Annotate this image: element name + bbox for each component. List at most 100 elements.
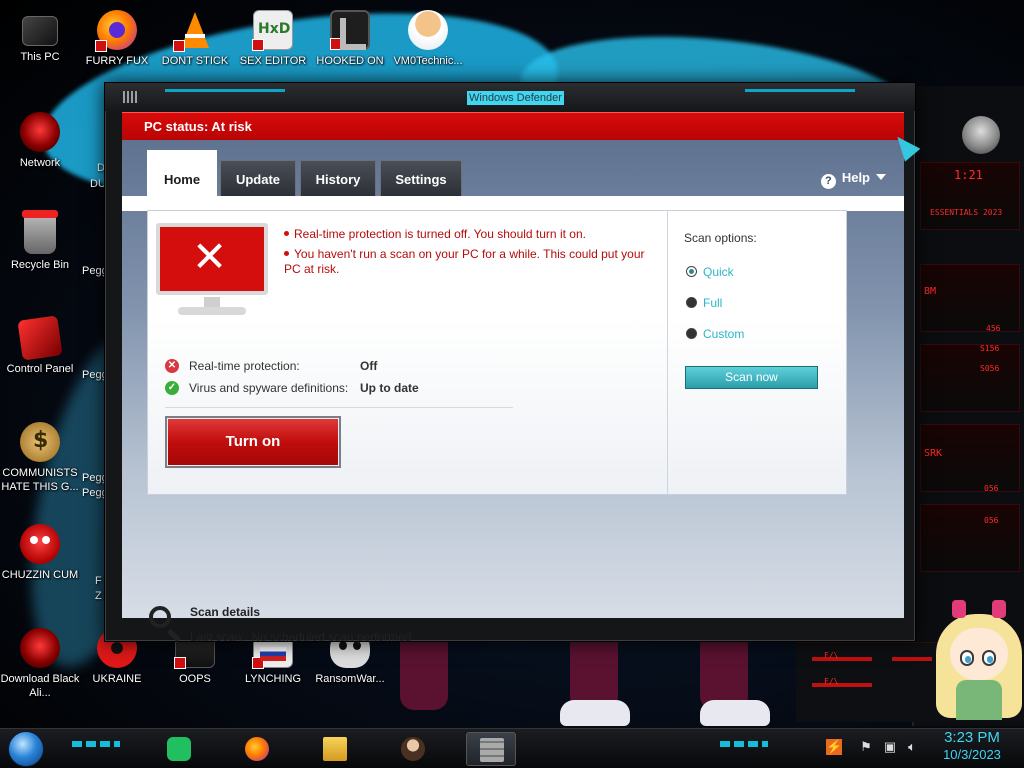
tab-history[interactable]: History [300, 160, 376, 196]
taskbar-app-button[interactable] [232, 732, 282, 766]
desktop-icon-control-panel[interactable]: Control Panel [0, 315, 80, 376]
desktop-icon-vm0technic[interactable]: VM0Technic... [388, 10, 468, 68]
tray-app-icon[interactable]: ⚡ [826, 739, 842, 755]
network-icon[interactable]: ▣ [882, 739, 898, 755]
desktop-icon-chuzzin[interactable]: CHUZZIN CUM [0, 524, 80, 582]
panel-readout: S056 [980, 364, 1000, 373]
divider [165, 407, 513, 408]
desktop-icon-label: COMMUNISTS HATE THIS G... [1, 467, 79, 493]
scan-option-label: Quick [703, 265, 734, 279]
pc-status-bar: PC status: At risk [122, 112, 904, 140]
control-panel-icon [17, 315, 63, 361]
scan-details-title[interactable]: Scan details [190, 605, 260, 619]
panel-readout: 056 [984, 484, 999, 493]
scan-now-button[interactable]: Scan now [685, 366, 818, 389]
xonix-icon [330, 10, 370, 50]
window-system-menu-icon[interactable] [123, 91, 139, 103]
last-scan-info: Last scan: No scheduled scan performed [190, 630, 411, 644]
firefox-icon [95, 10, 137, 52]
notes-app-icon [167, 737, 191, 761]
help-label: Help [841, 170, 870, 185]
radio-icon[interactable] [686, 297, 697, 308]
status-label: Virus and spyware definitions: [189, 381, 349, 395]
bullet-icon [284, 251, 289, 256]
radio-selected-icon[interactable] [686, 266, 697, 277]
window-title-bar[interactable]: Windows Defender [105, 83, 915, 111]
desktop-icon-label: Download Black Ali... [0, 673, 80, 699]
red-skull-icon [20, 112, 60, 152]
taskbar-decoration [720, 741, 768, 747]
desktop-icon-label: UKRAINE [92, 673, 142, 685]
scan-option-full[interactable]: Full [686, 296, 722, 310]
scan-option-label: Custom [703, 327, 745, 341]
last-scan-label: Last scan: [190, 630, 245, 644]
panel-readout: 456 [986, 324, 1001, 333]
tab-home[interactable]: Home [147, 150, 217, 196]
desktop-icon-furry-fux[interactable]: FURRY FUX [77, 10, 157, 68]
alert-scan-overdue: You haven't run a scan on your PC for a … [284, 247, 654, 277]
desktop-icon-label: FURRY FUX [85, 55, 149, 67]
last-scan-value: No scheduled scan performed [251, 630, 412, 644]
volume-icon[interactable]: 🔈︎ [904, 739, 920, 755]
error-status-icon: ✕ [165, 359, 179, 373]
scan-option-label: Full [703, 296, 723, 310]
panel-readout: F/\ [824, 677, 839, 686]
chevron-down-icon [876, 174, 886, 180]
magnifier-icon [147, 604, 183, 643]
desktop-icon-network[interactable]: Network [0, 112, 80, 170]
tab-settings[interactable]: Settings [380, 160, 462, 196]
panel-divider [667, 211, 668, 494]
scan-options-title: Scan options: [684, 231, 757, 245]
tab-update[interactable]: Update [220, 160, 296, 196]
scan-option-custom[interactable]: Custom [686, 327, 744, 341]
taskbar-clock[interactable]: 3:23 PM 10/3/2023 [932, 729, 1012, 763]
definitions-row: ✓ Virus and spyware definitions: Up to d… [165, 379, 505, 397]
desktop-icon-dont-stick[interactable]: DONT STICK THIS IN YO... [155, 10, 235, 68]
realtime-protection-row: ✕ Real-time protection: Off [165, 357, 505, 375]
desktop-icon-label: HOOKED ON XONIX [316, 55, 384, 67]
desktop-icon-label: OOPS [179, 673, 211, 685]
action-center-flag-icon[interactable]: ⚑ [858, 739, 874, 755]
ok-status-icon: ✓ [165, 381, 179, 395]
panel-readout: BM [924, 286, 937, 297]
taskbar-app-button[interactable] [310, 732, 360, 766]
clock-date: 10/3/2023 [943, 747, 1001, 762]
desktop-icon-communists[interactable]: COMMUNISTS HATE THIS G... [0, 422, 80, 494]
defender-wall-icon [480, 738, 504, 762]
desktop-icon-label: LYNCHING [244, 673, 302, 685]
desktop-icon-hooked-on-xonix[interactable]: HOOKED ON XONIX [310, 10, 390, 68]
computer-icon [22, 16, 58, 46]
turn-on-button[interactable]: Turn on [165, 416, 341, 468]
partial-icon-label: Z [95, 590, 102, 602]
panel-readout: SRK [924, 448, 943, 459]
desktop-icon-download-black-ali[interactable]: Download Black Ali... [0, 628, 80, 700]
bullet-icon [284, 231, 289, 236]
panel-readout: 1:21 [954, 168, 983, 182]
chuzzle-icon [20, 524, 60, 564]
desktop-icon-sex-editor[interactable]: SEX EDITOR [233, 10, 313, 68]
recycle-bin-icon [22, 210, 58, 254]
doctor-icon [408, 10, 448, 50]
vlc-cone-icon [173, 10, 215, 52]
desktop-icon-label: This PC [20, 51, 60, 63]
hxd-icon [252, 10, 293, 51]
help-button[interactable]: ? Help [820, 170, 886, 189]
desktop-icon-recycle-bin[interactable]: Recycle Bin [0, 210, 80, 272]
taskbar-app-button[interactable] [154, 732, 204, 766]
status-value: Up to date [360, 381, 419, 395]
alert-realtime-off: Real-time protection is turned off. You … [284, 227, 654, 242]
firefox-icon [245, 737, 269, 761]
desktop-icon-label: VM0Technic... [393, 55, 463, 67]
taskbar-defender-button[interactable] [466, 732, 516, 766]
window-title: Windows Defender [467, 91, 564, 105]
start-button[interactable] [8, 731, 44, 767]
radio-icon[interactable] [686, 328, 697, 339]
alienware-logo-icon [962, 116, 1000, 154]
taskbar-app-button[interactable] [388, 732, 438, 766]
panel-readout: S156 [980, 344, 1000, 353]
desktop-icon-this-pc[interactable]: This PC [0, 10, 80, 64]
desktop-icon-label: Recycle Bin [10, 259, 70, 271]
taskbar: ⚡ ⚑ ▣ 🔈︎ [0, 728, 1024, 768]
money-bag-icon [20, 422, 60, 462]
scan-option-quick[interactable]: Quick [686, 265, 734, 279]
